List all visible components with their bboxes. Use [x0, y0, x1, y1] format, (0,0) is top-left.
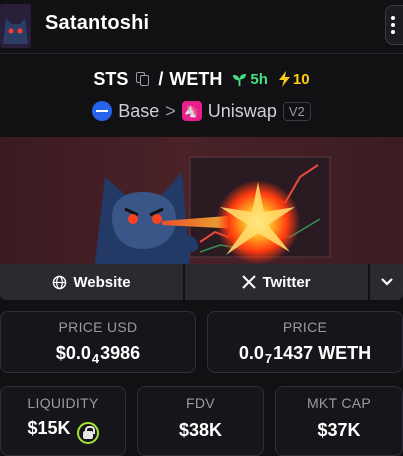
- fdv-card: FDV $38K: [137, 386, 264, 456]
- more-menu-button[interactable]: [385, 5, 403, 45]
- chain-row: Base > 🦄 Uniswap V2: [0, 98, 403, 124]
- token-name: Satantoshi: [45, 12, 150, 34]
- fdv-value: $38K: [178, 420, 223, 440]
- market-cap-label: MKT CAP: [306, 395, 372, 411]
- x-logo-icon: [242, 275, 257, 289]
- token-header: Satantoshi: [0, 0, 403, 52]
- base-chain-icon: [92, 101, 113, 121]
- social-links-row: Website Twitter: [0, 264, 403, 300]
- price-usd-label: PRICE USD: [58, 319, 138, 335]
- lock-icon[interactable]: [76, 422, 99, 444]
- dex-version-badge: V2: [282, 101, 311, 121]
- boost-value: 10: [292, 70, 310, 88]
- pair-row: STS / WETH 5h 10: [0, 64, 403, 94]
- market-cap-value: $37K: [317, 420, 361, 440]
- token-avatar: [0, 4, 31, 48]
- pair-age-value: 5h: [250, 70, 268, 88]
- liquidity-card: LIQUIDITY $15K: [0, 386, 126, 456]
- globe-icon: [53, 275, 67, 289]
- pair-age: 5h: [232, 71, 268, 88]
- price-native-card: PRICE 0.0 7 1437 WETH: [207, 311, 403, 373]
- dex-name[interactable]: Uniswap: [208, 101, 277, 122]
- price-native-value: 0.0 7 1437 WETH: [238, 343, 372, 366]
- price-native-label: PRICE: [282, 319, 328, 335]
- liquidity-label: LIQUIDITY: [27, 395, 99, 411]
- chain-name[interactable]: Base: [118, 101, 159, 122]
- market-cap-card: MKT CAP $37K: [275, 386, 403, 456]
- price-usd-value: $0.0 4 3986: [55, 343, 141, 366]
- website-label: Website: [73, 273, 131, 291]
- uniswap-icon: 🦄: [181, 101, 202, 121]
- copy-icon[interactable]: [136, 72, 150, 86]
- vertical-dots-icon: [391, 16, 395, 20]
- boost-count[interactable]: 10: [278, 71, 310, 88]
- header-divider: [0, 53, 403, 54]
- liquidity-value-row: $15K: [1, 418, 125, 444]
- website-button[interactable]: Website: [0, 264, 183, 300]
- token-banner-image: [0, 137, 403, 264]
- twitter-button[interactable]: Twitter: [185, 264, 368, 300]
- base-symbol: STS: [93, 68, 129, 89]
- more-links-button[interactable]: [370, 264, 403, 300]
- price-usd-card: PRICE USD $0.0 4 3986: [0, 311, 196, 373]
- pair-separator: /: [158, 68, 164, 89]
- chevron-down-icon: [380, 278, 393, 286]
- twitter-label: Twitter: [262, 273, 311, 291]
- chevron-right-icon: >: [165, 100, 176, 121]
- lightning-icon: [278, 71, 290, 87]
- liquidity-value: $15K: [27, 418, 71, 438]
- fdv-label: FDV: [186, 395, 215, 411]
- quote-symbol: WETH: [169, 68, 223, 89]
- seedling-icon: [233, 73, 247, 86]
